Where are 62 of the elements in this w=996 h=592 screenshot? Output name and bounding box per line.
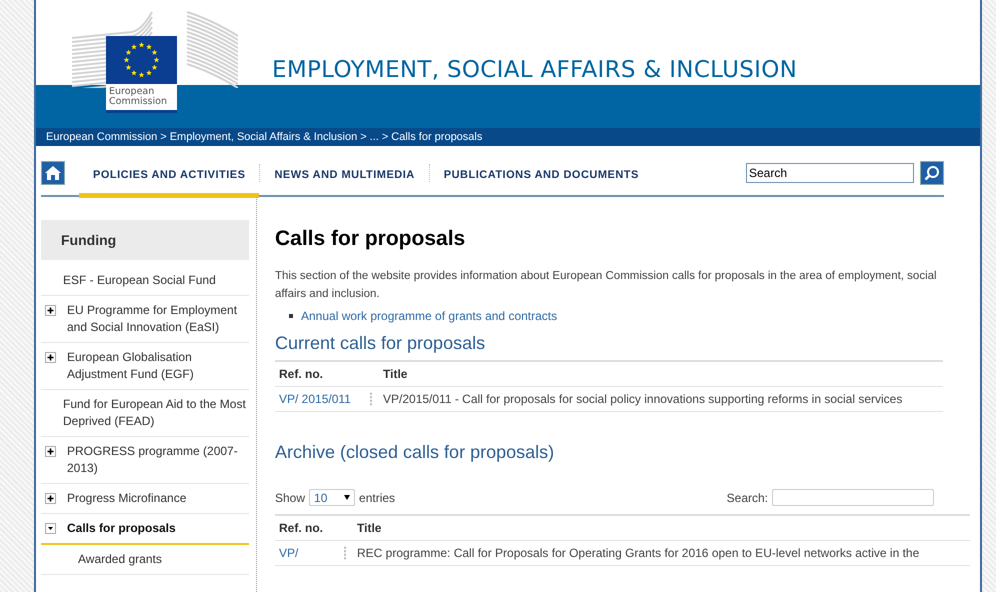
ref-link[interactable]: VP/ 2015/011 <box>275 392 369 406</box>
nav-tab[interactable]: POLICIES AND ACTIVITIES <box>79 158 260 198</box>
sidebar-item-label: Fund for European Aid to the Most Deprived (FEAD) <box>63 396 247 430</box>
breadcrumb-link[interactable]: Calls for proposals <box>391 131 482 143</box>
column-header: Ref. no. <box>278 367 324 381</box>
column-header: Ref. no. <box>278 521 324 535</box>
sidebar-item[interactable]: Calls for proposals <box>41 514 249 545</box>
sidebar-item-label: Awarded grants <box>78 551 162 568</box>
table-cell: REC programme: Call for Proposals for Operating Grants for 2016 open to EU-level networks active in the <box>357 546 920 560</box>
show-label: Show <box>275 490 306 504</box>
ref-link[interactable]: VP/ <box>275 546 343 560</box>
sidebar-item[interactable]: PROGRESS programme (2007-2013) <box>41 437 249 484</box>
bullet-icon <box>289 314 293 318</box>
breadcrumb-separator: > <box>160 131 167 143</box>
collapse-icon[interactable] <box>45 523 56 534</box>
breadcrumb-separator: > <box>382 131 388 143</box>
caret-icon <box>344 495 350 500</box>
breadcrumb-link[interactable]: Employment, Social Affairs & Inclusion <box>170 131 358 143</box>
search-button[interactable] <box>920 161 944 185</box>
sidebar-item-label: European Globalisation Adjustment Fund (EGF) <box>67 349 195 383</box>
sidebar-item-label: Progress Microfinance <box>67 490 186 507</box>
logo-text: European Commission <box>108 85 168 109</box>
table-cell: VP/2015/011 - Call for proposals for social policy innovations supporting reforms in social services <box>383 392 902 406</box>
column-header: Title <box>357 521 382 535</box>
breadcrumb-link[interactable]: European Commission <box>46 131 158 143</box>
breadcrumb-separator: > <box>360 131 367 143</box>
sidebar-item-label: EU Programme for Employment and Social Innovation (EaSI) <box>67 302 238 336</box>
drag-handle-icon <box>369 392 373 406</box>
section-heading: Archive (closed calls for proposals) <box>275 442 556 463</box>
site-title: EMPLOYMENT, SOCIAL AFFAIRS & INCLUSION <box>272 57 798 83</box>
page-size-select[interactable]: 10 <box>309 489 356 506</box>
sidebar-item-label: Calls for proposals <box>67 520 176 537</box>
table-search-field[interactable] <box>772 489 934 506</box>
link[interactable]: Annual work programme of grants and contracts <box>301 309 558 323</box>
house-icon <box>44 165 62 181</box>
intro-text: This section of the website provides information about European Commission calls for proposals in the area of employment, social affairs and inclusion. <box>275 269 938 302</box>
entries-label: entries <box>359 490 396 504</box>
page-title: Calls for proposals <box>275 227 466 251</box>
sidebar-item[interactable]: Awarded grants <box>41 545 249 575</box>
search-label: Search: <box>726 490 768 504</box>
sidebar-item-label: PROGRESS programme (2007-2013) <box>67 443 239 477</box>
eu-flag-icon <box>106 36 177 84</box>
nav-tab[interactable]: NEWS AND MULTIMEDIA <box>260 158 429 198</box>
home-button[interactable] <box>41 161 65 185</box>
nav-tab[interactable]: PUBLICATIONS AND DOCUMENTS <box>430 158 653 198</box>
expand-icon[interactable] <box>45 446 56 457</box>
drag-handle-icon <box>343 546 347 560</box>
search-field[interactable]: Search <box>746 163 914 183</box>
expand-icon[interactable] <box>45 352 56 363</box>
section-heading: Current calls for proposals <box>275 333 486 354</box>
expand-icon[interactable] <box>45 305 56 316</box>
sidebar-title: Funding <box>61 232 116 248</box>
sidebar-item[interactable]: Progress Microfinance <box>41 484 249 514</box>
breadcrumb-link[interactable]: ... <box>370 131 379 143</box>
sidebar-item[interactable]: European Globalisation Adjustment Fund (EGF) <box>41 343 249 390</box>
sidebar-item[interactable]: Fund for European Aid to the Most Deprived (FEAD) <box>41 390 249 437</box>
sidebar-item[interactable]: EU Programme for Employment and Social Innovation (EaSI) <box>41 296 249 343</box>
expand-icon[interactable] <box>45 493 56 504</box>
sidebar-item[interactable]: ESF - European Social Fund <box>41 266 249 296</box>
sidebar-item-label: ESF - European Social Fund <box>63 272 216 289</box>
search-icon <box>924 165 940 181</box>
column-header: Title <box>383 367 408 381</box>
